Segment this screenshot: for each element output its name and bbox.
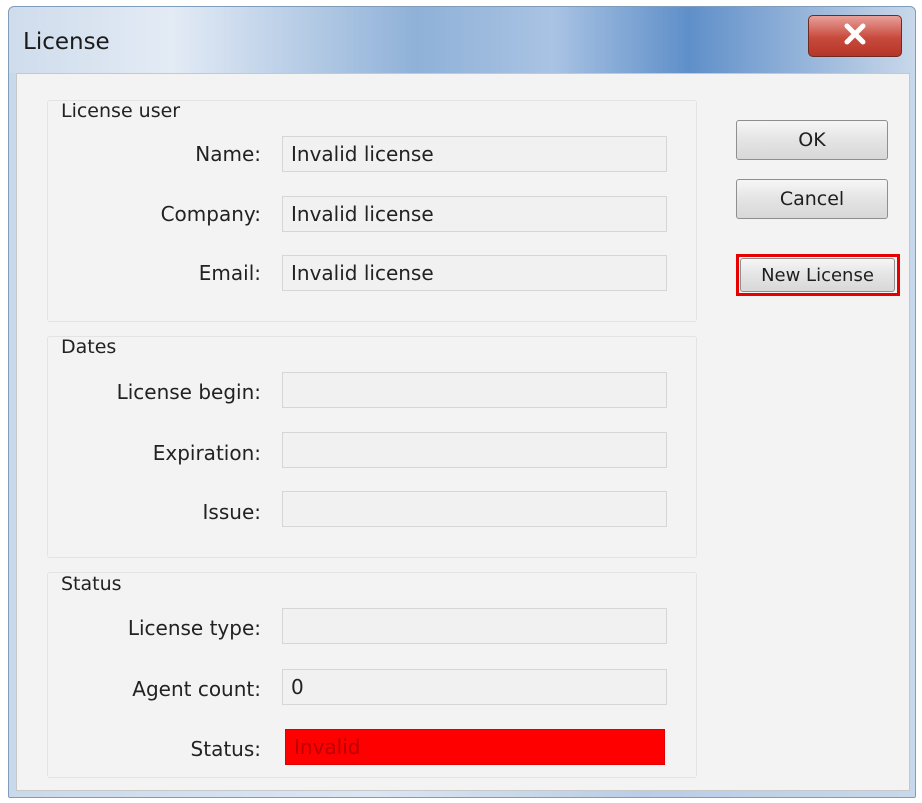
license-dialog: License License user Name: Invalid licen… xyxy=(8,6,916,798)
new-license-highlight-box xyxy=(736,254,900,296)
license-user-group-label: License user xyxy=(61,100,181,122)
window-title: License xyxy=(23,29,110,55)
status-field: Invalid xyxy=(285,729,665,765)
license-type-label: License type: xyxy=(127,616,261,640)
agent-count-label: Agent count: xyxy=(132,677,261,701)
title-bar[interactable]: License xyxy=(9,7,915,73)
license-begin-field[interactable] xyxy=(282,372,667,408)
expiration-field[interactable] xyxy=(282,432,667,468)
email-field[interactable]: Invalid license xyxy=(282,255,667,291)
issue-field[interactable] xyxy=(282,491,667,527)
cancel-button[interactable]: Cancel xyxy=(736,179,888,219)
status-group-label: Status xyxy=(61,573,122,595)
agent-count-field[interactable]: 0 xyxy=(282,669,667,705)
company-label: Company: xyxy=(160,202,261,226)
dates-group-label: Dates xyxy=(61,336,117,358)
dialog-body: License user Name: Invalid license Compa… xyxy=(16,73,910,791)
status-label: Status: xyxy=(190,737,261,761)
license-type-field[interactable] xyxy=(282,608,667,644)
close-icon xyxy=(842,23,868,49)
name-field[interactable]: Invalid license xyxy=(282,136,667,172)
close-button[interactable] xyxy=(808,15,902,57)
ok-button[interactable]: OK xyxy=(736,120,888,160)
company-field[interactable]: Invalid license xyxy=(282,196,667,232)
expiration-label: Expiration: xyxy=(152,441,261,465)
issue-label: Issue: xyxy=(202,500,261,524)
license-begin-label: License begin: xyxy=(116,380,261,404)
email-label: Email: xyxy=(198,261,261,285)
name-label: Name: xyxy=(195,142,261,166)
